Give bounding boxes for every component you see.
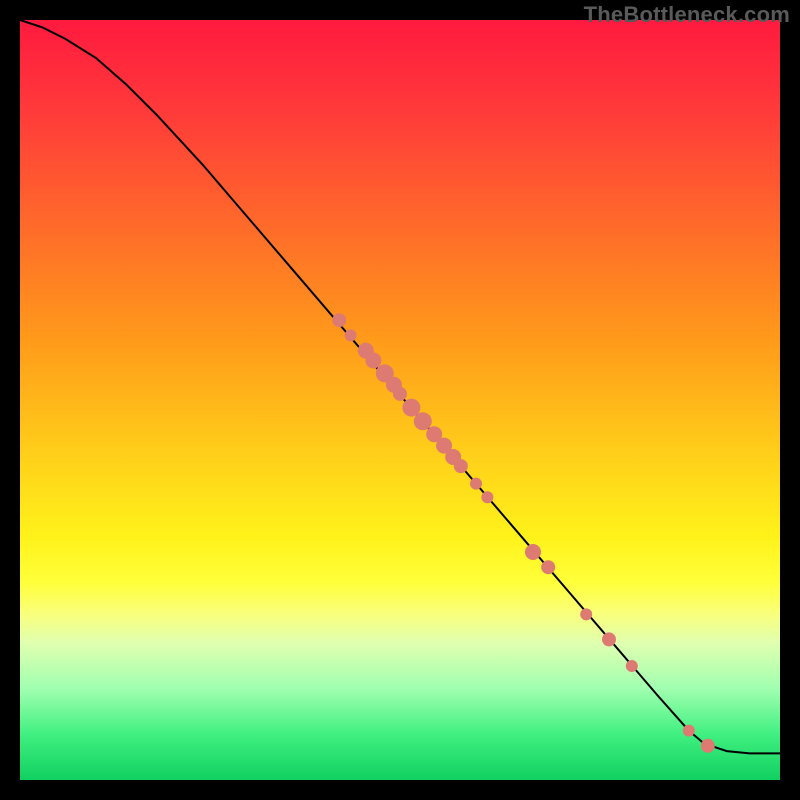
data-point: [332, 313, 346, 327]
data-point: [525, 544, 541, 560]
data-point: [580, 608, 592, 620]
data-point: [470, 478, 482, 490]
data-point: [626, 660, 638, 672]
data-point: [414, 412, 432, 430]
data-point: [541, 560, 555, 574]
data-point: [454, 459, 468, 473]
data-point: [345, 329, 357, 341]
chart-overlay: [20, 20, 780, 780]
data-point: [683, 725, 695, 737]
data-point: [481, 491, 493, 503]
chart-stage: TheBottleneck.com: [0, 0, 800, 800]
data-points-group: [332, 313, 715, 753]
data-point: [365, 352, 381, 368]
data-point: [602, 632, 616, 646]
data-point: [701, 739, 715, 753]
data-point: [393, 387, 407, 401]
